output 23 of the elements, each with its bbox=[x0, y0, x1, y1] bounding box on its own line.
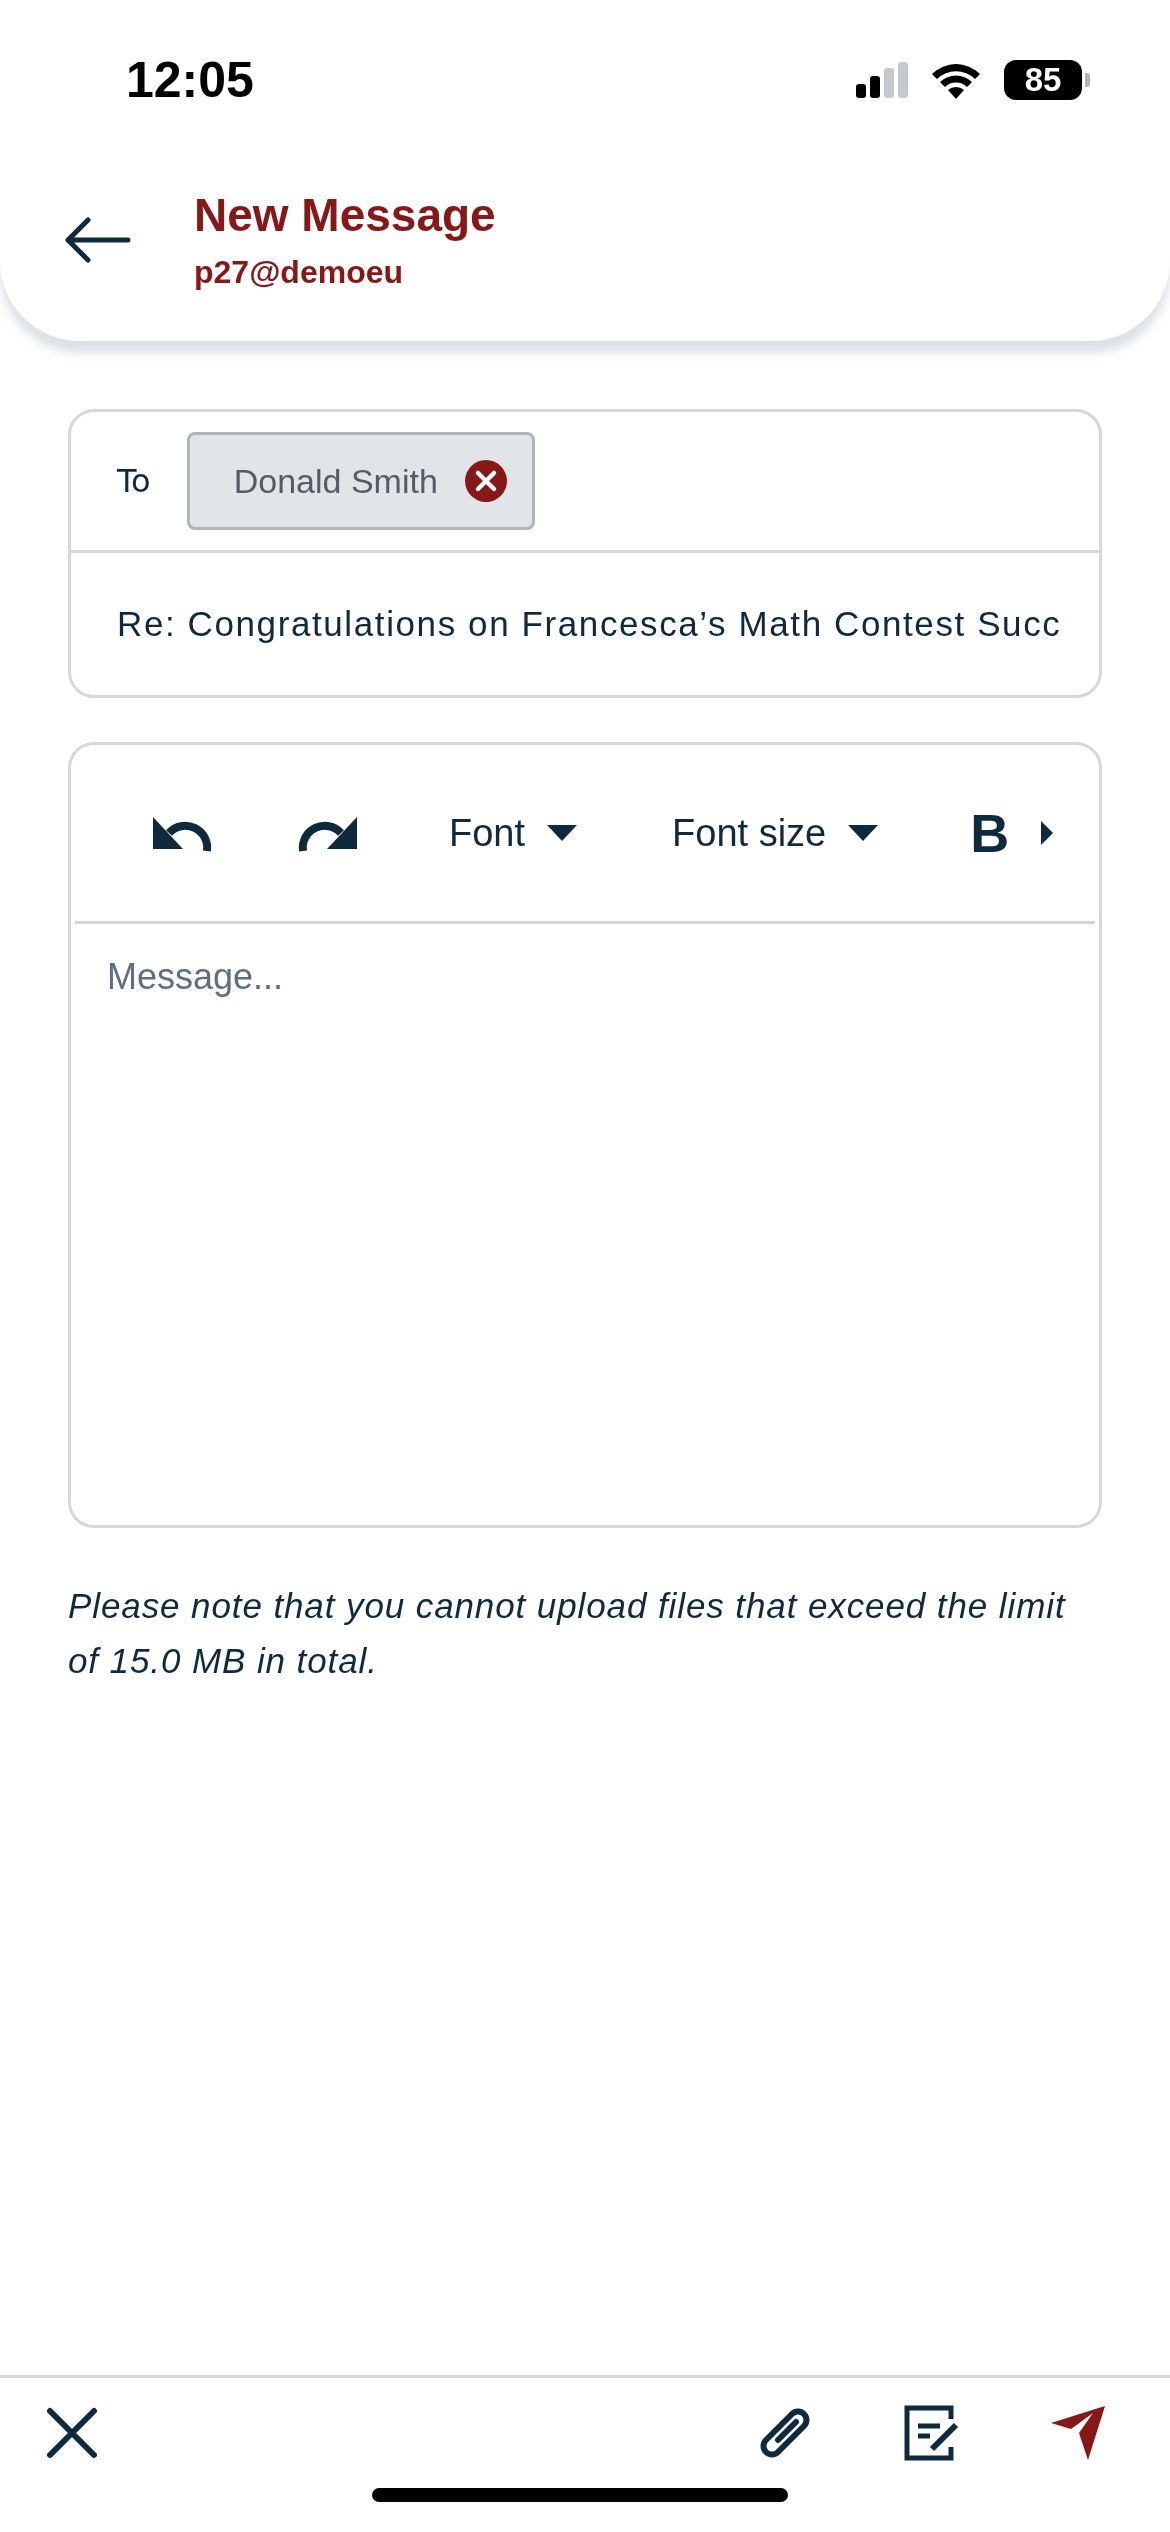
status-time: 12:05 bbox=[126, 51, 254, 109]
signal-icon bbox=[856, 62, 908, 98]
close-icon[interactable] bbox=[46, 2407, 98, 2459]
screen-title: New Message bbox=[194, 188, 496, 242]
edit-note-icon[interactable] bbox=[904, 2405, 960, 2461]
upload-limit-note: Please note that you cannot upload files that exceed the limit of 15.0 MB in total. bbox=[68, 1585, 1067, 1682]
back-arrow-icon bbox=[62, 215, 132, 264]
message-editor[interactable]: Font Font size B Message... bbox=[68, 742, 1102, 1528]
dropdown-button[interactable]: Font bbox=[449, 811, 578, 855]
caret-icon bbox=[848, 825, 879, 841]
send-icon[interactable] bbox=[1050, 2405, 1106, 2461]
subject-field[interactable]: Re: Congratulations on Francesca’s Math Contest Succ bbox=[71, 553, 1099, 695]
account-name: p27@demoeu bbox=[194, 254, 405, 291]
recipient-chip[interactable]: Donald Smith bbox=[186, 432, 535, 530]
caret-icon bbox=[547, 825, 578, 841]
bold-button[interactable]: B bbox=[970, 802, 1010, 864]
dropdown-button[interactable]: Font size bbox=[672, 811, 879, 855]
message-field[interactable]: Message... bbox=[71, 924, 1099, 1525]
wifi-icon bbox=[930, 61, 982, 99]
remove-icon[interactable] bbox=[463, 459, 508, 503]
back-button[interactable] bbox=[62, 215, 132, 264]
to-label: To bbox=[117, 462, 151, 500]
more-arrow-icon[interactable] bbox=[1041, 821, 1054, 845]
